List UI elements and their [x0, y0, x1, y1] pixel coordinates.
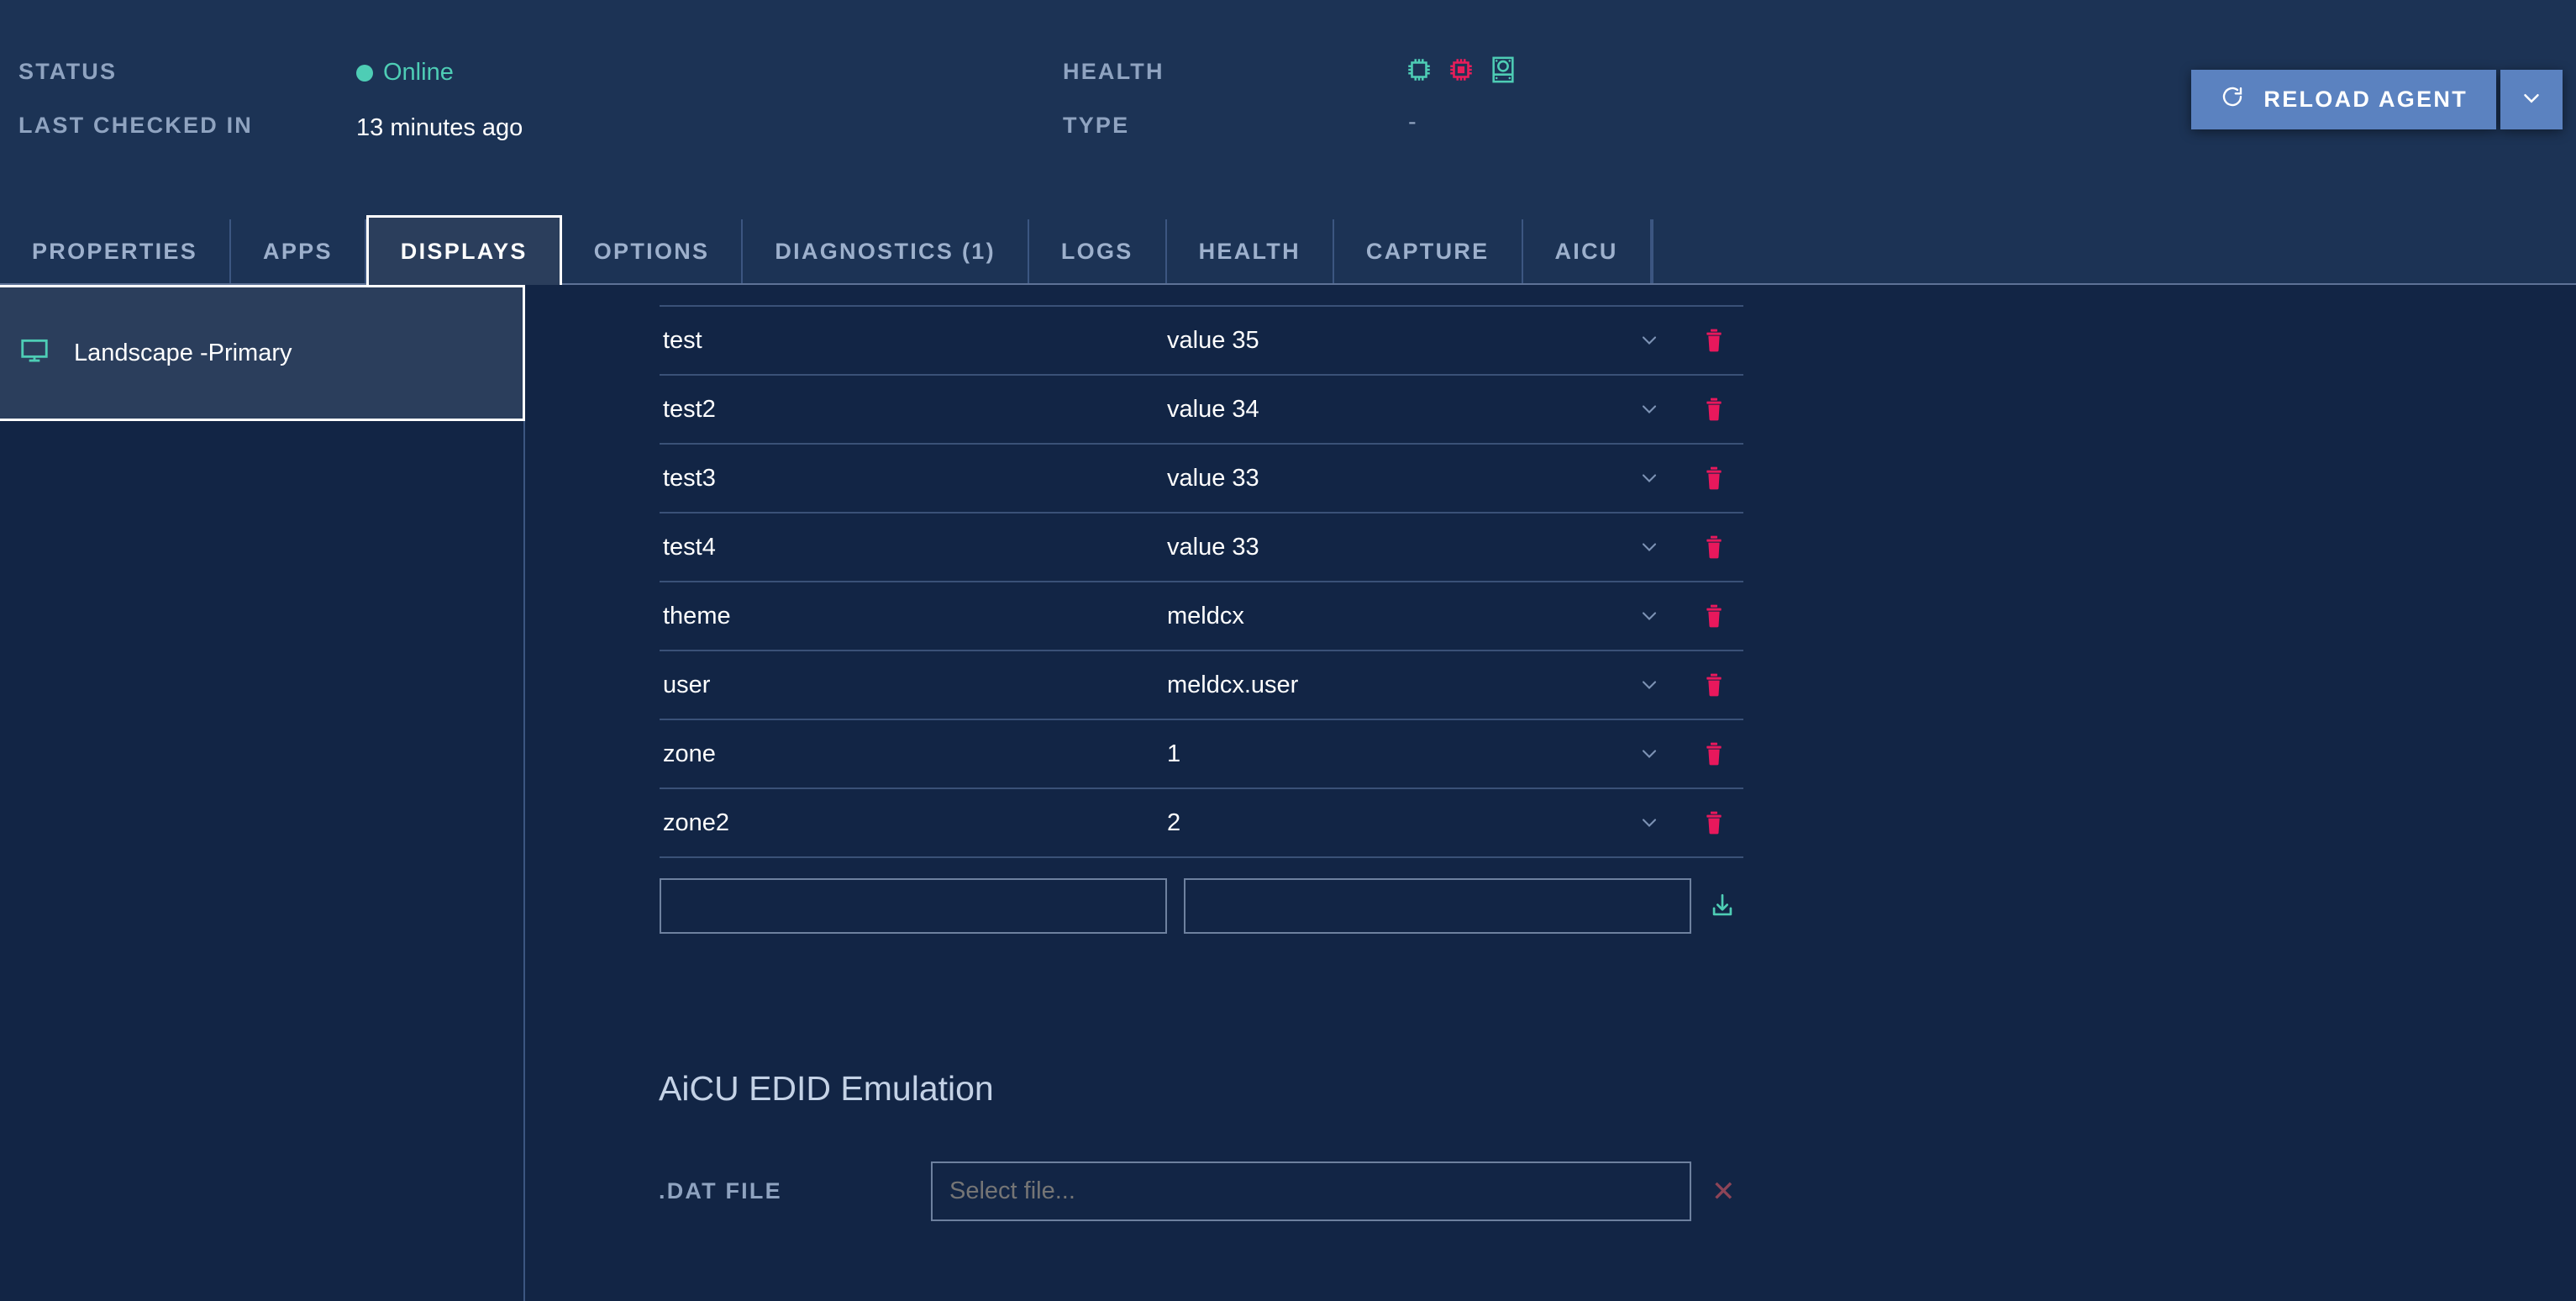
row-value: meldcx.user — [1167, 671, 1299, 698]
chevron-down-icon[interactable] — [1614, 604, 1685, 628]
tab-aicu[interactable]: AICU — [1523, 219, 1652, 283]
trash-icon[interactable] — [1685, 327, 1743, 354]
type-label: TYPE — [1063, 113, 1130, 138]
row-value: value 33 — [1167, 464, 1259, 492]
tab-capture[interactable]: CAPTURE — [1334, 219, 1523, 283]
table-row-partial — [660, 285, 1743, 307]
close-icon[interactable]: ✕ — [1711, 1177, 1736, 1206]
tab-health[interactable]: HEALTH — [1167, 219, 1334, 283]
chevron-down-icon[interactable] — [1614, 535, 1685, 559]
health-icon-group — [1405, 55, 1517, 88]
new-property-key-input[interactable] — [660, 878, 1167, 934]
trash-icon[interactable] — [1685, 534, 1743, 561]
header-labels-right: HEALTH TYPE — [1063, 59, 1164, 139]
trash-icon[interactable] — [1685, 396, 1743, 423]
row-value: 1 — [1167, 740, 1181, 767]
row-value: 2 — [1167, 809, 1181, 836]
dat-file-input[interactable] — [931, 1161, 1691, 1221]
chevron-down-icon[interactable] — [1614, 466, 1685, 490]
row-value: meldcx — [1167, 602, 1244, 629]
chevron-down-icon[interactable] — [1614, 398, 1685, 421]
chip-icon[interactable] — [1447, 55, 1475, 88]
status-dot-icon — [356, 64, 373, 82]
table-row[interactable]: theme meldcx — [660, 582, 1743, 651]
table-row[interactable]: test2 value 34 — [660, 376, 1743, 445]
sidebar-item-landscape-primary[interactable]: Landscape -Primary — [0, 285, 525, 421]
row-key: user — [663, 671, 711, 698]
tab-logs[interactable]: LOGS — [1029, 219, 1167, 283]
download-icon[interactable] — [1708, 892, 1737, 920]
reload-agent-dropdown-button[interactable] — [2500, 70, 2563, 129]
chevron-down-icon[interactable] — [1614, 673, 1685, 697]
row-value: value 34 — [1167, 395, 1259, 423]
row-key: test4 — [663, 533, 716, 561]
cpu-icon[interactable] — [1405, 55, 1433, 88]
trash-icon[interactable] — [1685, 465, 1743, 492]
last-checked-label: LAST CHECKED IN — [18, 113, 254, 138]
row-key: test — [663, 326, 702, 354]
trash-icon[interactable] — [1685, 672, 1743, 698]
monitor-icon — [18, 335, 50, 371]
row-key: test2 — [663, 395, 716, 423]
chevron-down-icon — [2519, 86, 2544, 113]
display-settings-panel: test value 35 test2 value 34 test3 value… — [527, 285, 2576, 1301]
health-label: HEALTH — [1063, 59, 1164, 84]
sidebar-item-label: Landscape -Primary — [74, 339, 292, 366]
page-header: STATUS LAST CHECKED IN Online 13 minutes… — [0, 0, 2576, 219]
table-row[interactable]: user meldcx.user — [660, 651, 1743, 720]
table-row[interactable]: zone2 2 — [660, 789, 1743, 858]
agent-detail-page: STATUS LAST CHECKED IN Online 13 minutes… — [0, 0, 2576, 1301]
header-labels-left: STATUS LAST CHECKED IN — [18, 59, 253, 139]
trash-icon[interactable] — [1685, 740, 1743, 767]
new-property-value-input[interactable] — [1184, 878, 1691, 934]
tab-diagnostics[interactable]: DIAGNOSTICS (1) — [743, 219, 1029, 283]
edid-file-row: .DAT FILE ✕ — [659, 1161, 1736, 1221]
type-value: - — [1408, 108, 1417, 135]
tab-bar-filler — [1651, 219, 2576, 283]
refresh-icon — [2220, 84, 2245, 115]
tab-displays[interactable]: DISPLAYS — [365, 215, 562, 285]
status-label: STATUS — [18, 59, 118, 84]
chevron-down-icon[interactable] — [1614, 329, 1685, 352]
trash-icon[interactable] — [1685, 603, 1743, 629]
status-value: Online — [383, 59, 454, 86]
dat-file-label: .DAT FILE — [659, 1178, 782, 1204]
row-key: test3 — [663, 464, 716, 492]
row-key: zone — [663, 740, 716, 767]
tab-properties[interactable]: PROPERTIES — [0, 219, 232, 283]
tab-options[interactable]: OPTIONS — [562, 219, 744, 283]
tab-apps[interactable]: APPS — [231, 219, 366, 283]
reload-agent-button[interactable]: RELOAD AGENT — [2191, 70, 2496, 129]
reload-agent-group: RELOAD AGENT — [2191, 70, 2563, 129]
chevron-down-icon[interactable] — [1614, 811, 1685, 835]
header-values-right: - — [1405, 55, 1517, 136]
display-list-sidebar: Landscape -Primary — [0, 285, 525, 1301]
edid-section-title: AiCU EDID Emulation — [659, 1069, 994, 1108]
table-row[interactable]: test3 value 33 — [660, 445, 1743, 514]
row-key: zone2 — [663, 809, 730, 836]
properties-table: test value 35 test2 value 34 test3 value… — [660, 285, 1743, 934]
table-row[interactable]: zone 1 — [660, 720, 1743, 789]
table-row[interactable]: test4 value 33 — [660, 514, 1743, 582]
row-key: theme — [663, 602, 731, 629]
header-values-left: Online 13 minutes ago — [356, 59, 523, 142]
disk-icon[interactable] — [1489, 55, 1517, 88]
chevron-down-icon[interactable] — [1614, 742, 1685, 766]
new-property-row — [660, 878, 1743, 934]
status-value-row: Online — [356, 59, 523, 87]
tab-bar: PROPERTIES APPS DISPLAYS OPTIONS DIAGNOS… — [0, 215, 2576, 285]
last-checked-value: 13 minutes ago — [356, 114, 523, 141]
row-value: value 35 — [1167, 326, 1259, 354]
table-row[interactable]: test value 35 — [660, 307, 1743, 376]
reload-agent-label: RELOAD AGENT — [2263, 87, 2468, 112]
trash-icon[interactable] — [1685, 809, 1743, 836]
row-value: value 33 — [1167, 533, 1259, 561]
